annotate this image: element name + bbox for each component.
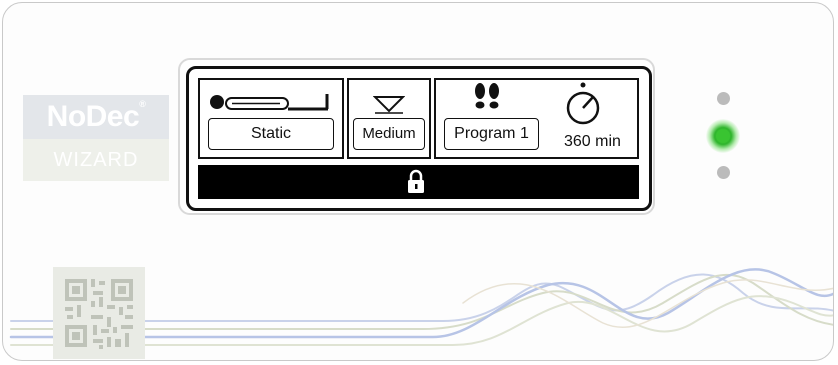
program-label[interactable]: Program 1 [444,118,539,150]
brand-name: NoDec® [23,95,169,139]
brand-model: WIZARD [23,139,169,181]
stopwatch-icon [566,82,600,125]
status-led-top [717,92,730,105]
footprints-icon [475,83,499,109]
registered-mark: ® [139,99,146,109]
lock-icon [408,169,424,193]
brand-logo: NoDec® WIZARD [23,95,169,181]
lock-bar[interactable] [198,165,639,199]
qr-code-icon [65,279,133,349]
mode-label[interactable]: Static [208,118,334,150]
mattress-icon [210,94,329,111]
triangle-down-icon [373,96,405,114]
level-cell[interactable]: Medium [347,78,431,159]
control-display: Static Medium Program 1 360 min [186,66,652,211]
status-led-active [706,119,740,153]
qr-code [53,267,145,359]
status-led-bottom [717,166,730,179]
program-cell[interactable]: Program 1 360 min [434,78,639,159]
brand-name-text: NoDec [46,100,140,133]
timer-label: 360 min [564,133,621,150]
mode-cell[interactable]: Static [198,78,344,159]
level-label[interactable]: Medium [353,118,425,150]
status-led-active-core [716,129,730,143]
